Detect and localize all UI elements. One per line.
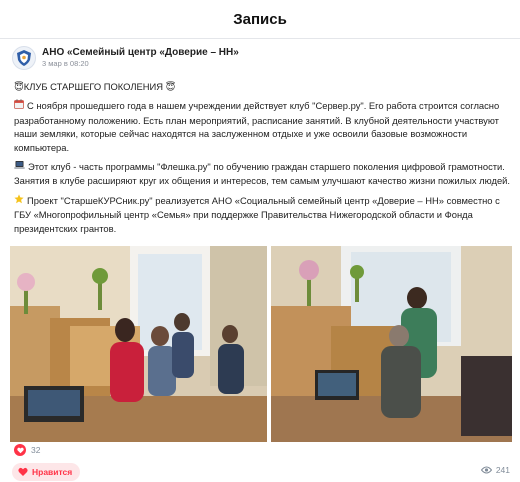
paragraph-2: Этот клуб - часть программы "Флешка.ру" … [14, 160, 514, 188]
eye-icon [480, 466, 492, 474]
author-name[interactable]: АНО «Семейный центр «Доверие – НН» [42, 47, 239, 59]
photo-gallery [10, 246, 512, 442]
heart-badge-icon [14, 444, 26, 456]
post-headline: 😇КЛУБ СТАРШЕГО ПОКОЛЕНИЯ 😇 [14, 80, 514, 93]
views-counter: 241 [480, 465, 510, 475]
smile-emoji-icon: 😇 [14, 81, 24, 92]
like-button[interactable]: Нравится [12, 463, 81, 481]
photo-classroom-2[interactable] [271, 246, 512, 442]
heart-icon [18, 467, 28, 477]
photo-classroom-1[interactable] [10, 246, 267, 442]
smile-emoji-icon: 😇 [165, 81, 176, 92]
post-body: 😇КЛУБ СТАРШЕГО ПОКОЛЕНИЯ 😇 С ноября прош… [14, 80, 514, 241]
likes-count: 32 [31, 445, 41, 455]
post-date[interactable]: 3 мар в 08:20 [42, 59, 239, 69]
likes-summary[interactable]: 32 [14, 444, 40, 456]
page-title: Запись [233, 10, 287, 28]
headline-text: КЛУБ СТАРШЕГО ПОКОЛЕНИЯ [23, 81, 164, 92]
paragraph-1-text: С ноября прошедшего года в нашем учрежде… [14, 100, 500, 153]
like-button-label: Нравится [32, 467, 73, 477]
top-bar: Запись [0, 0, 520, 38]
paragraph-1: С ноября прошедшего года в нашем учрежде… [14, 99, 514, 154]
paragraph-3: Проект "СтаршеКУРСник.ру" реализуется АН… [14, 194, 514, 235]
views-count: 241 [495, 465, 510, 475]
laptop-emoji-icon [14, 160, 25, 174]
post-card: АНО «Семейный центр «Доверие – НН» 3 мар… [4, 40, 518, 482]
post-actions: Нравится 241 [12, 462, 512, 482]
calendar-emoji-icon [14, 99, 24, 113]
star-emoji-icon [14, 194, 24, 208]
top-bar-divider [0, 38, 520, 39]
paragraph-2-text: Этот клуб - часть программы "Флешка.ру" … [14, 161, 510, 187]
shield-logo-icon [17, 50, 31, 66]
paragraph-3-text: Проект "СтаршеКУРСник.ру" реализуется АН… [14, 194, 500, 234]
post-header: АНО «Семейный центр «Доверие – НН» 3 мар… [12, 46, 239, 70]
author-avatar[interactable] [12, 46, 36, 70]
